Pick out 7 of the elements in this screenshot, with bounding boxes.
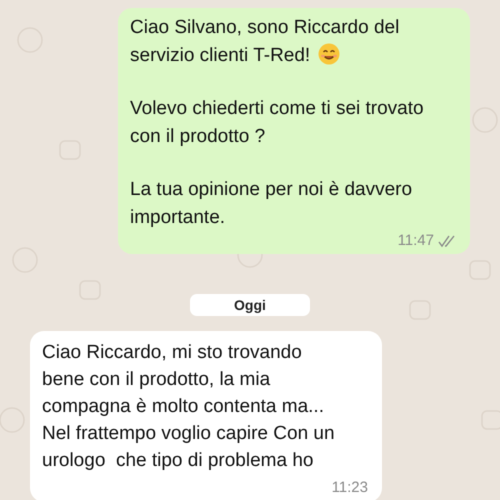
message-text: La tua opinione per noi è davvero importante. <box>130 179 412 228</box>
message-text: Volevo chiederti come ti sei trovato con il prodotto ? <box>130 98 424 147</box>
message-text: Ciao Riccardo, mi sto trovando bene con il prodotto, la mia compagna è molto contenta ma... Nel frattempo voglio capire Con un urologo che tipo di problema ho <box>42 342 335 471</box>
date-chip: Oggi <box>190 294 310 316</box>
message-time: 11:47 <box>398 232 434 250</box>
message-time: 11:23 <box>332 479 368 497</box>
message-text: Ciao Silvano, sono Riccardo del servizio clienti T-Red! <box>130 17 400 66</box>
